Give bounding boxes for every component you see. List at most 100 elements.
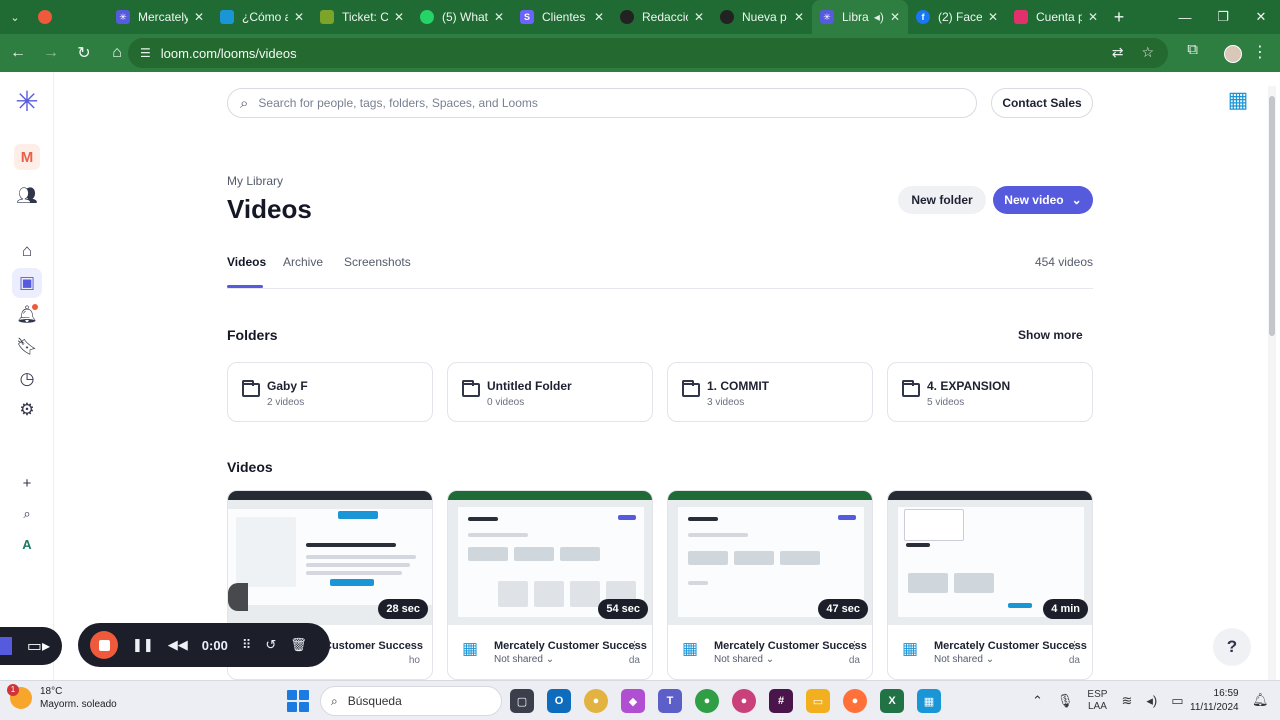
workspace-avatar[interactable]: M [12,142,42,172]
volume-icon[interactable]: ◂) [1146,693,1157,709]
tab-2[interactable]: ¿Cómo a ✕ [212,0,312,34]
share-status[interactable]: Not shared ⌄ [714,654,774,665]
minimize-icon[interactable]: — [1166,0,1204,34]
notification-center-icon[interactable]: 🔔︎ [1252,692,1269,708]
close-icon[interactable]: ✕ [694,10,704,24]
camera-toggle[interactable]: ▭▸ [0,627,62,665]
close-icon[interactable]: ✕ [194,10,204,24]
new-tab-button[interactable]: + [1106,7,1132,28]
tab-archive[interactable]: Archive [283,255,323,269]
video-card[interactable]: 4 min ▦ Mercately Customer Success ⋮ Not… [887,490,1093,680]
tab-9[interactable]: f (2) Faceb ✕ [908,0,1006,34]
back-icon[interactable]: ← [3,38,33,68]
tab-4[interactable]: (5) What ✕ [412,0,512,34]
video-card[interactable]: 54 sec ▦ Mercately Customer Success ⋮ No… [447,490,653,680]
search-rail-icon[interactable]: ⌕ [12,499,42,529]
share-status[interactable]: Not shared ⌄ [494,654,554,665]
delete-icon[interactable]: 🗑︎ [290,637,307,653]
people-icon[interactable]: 👥︎ [12,181,42,211]
bookmark-nav-icon[interactable]: 🔖︎ [12,332,42,362]
close-icon[interactable]: ✕ [494,10,504,24]
battery-icon[interactable]: ▭ [1171,693,1183,709]
share-status[interactable]: Not shared ⌄ [934,654,994,665]
close-icon[interactable]: ✕ [988,10,998,24]
tab-5[interactable]: S Clientes ✕ [512,0,612,34]
copilot-icon[interactable]: ◆ [621,689,645,713]
mercately-app-icon[interactable]: ▦ [917,689,941,713]
forward-icon[interactable]: → [36,38,66,68]
breadcrumb[interactable]: My Library [227,174,283,188]
tab-1[interactable]: ✳ Mercately ✕ [108,0,212,34]
tab-active[interactable]: ✳ Libra ◂) ✕ [812,0,908,34]
task-view-icon[interactable]: ▢ [510,689,534,713]
tab-6[interactable]: Redacció ✕ [612,0,712,34]
rewind-icon[interactable]: ◀◀ [168,637,188,653]
chrome-profile-2-icon[interactable]: ● [732,689,756,713]
help-button[interactable]: ? [1213,628,1251,666]
scrollbar-thumb[interactable] [1269,96,1275,336]
folder-card[interactable]: 4. EXPANSION 5 videos [887,362,1093,422]
video-thumbnail[interactable]: 4 min [888,491,1092,625]
history-icon[interactable]: ◷ [12,364,42,394]
speaker-icon[interactable]: ◂) [874,10,884,24]
tab-search-icon[interactable]: ⌄ [0,0,30,34]
new-video-button[interactable]: New video ⌄ [993,186,1093,214]
taskbar-clock[interactable]: 16:59 11/11/2024 [1190,687,1239,715]
tab-videos[interactable]: Videos [227,255,266,269]
close-icon[interactable]: ✕ [294,10,304,24]
reload-icon[interactable]: ↻ [69,38,99,68]
search-input[interactable] [258,96,919,110]
tab-screenshots[interactable]: Screenshots [344,255,411,269]
firefox-icon[interactable]: ● [843,689,867,713]
search-bar[interactable]: ⌕ [227,88,977,118]
video-thumbnail[interactable]: 54 sec [448,491,652,625]
windows-start-icon[interactable] [287,690,309,712]
library-nav-icon[interactable]: ▣ [12,268,42,298]
tab-3[interactable]: Ticket: C ✕ [312,0,412,34]
contact-sales-button[interactable]: Contact Sales [991,88,1093,118]
bookmark-star-icon[interactable]: ☆ [1141,44,1154,61]
new-folder-button[interactable]: New folder [898,186,986,214]
close-icon[interactable]: ✕ [794,10,804,24]
chevron-up-icon[interactable]: ⌃ [1032,693,1043,709]
close-window-icon[interactable]: ✕ [1242,0,1280,34]
teams-icon[interactable]: T [658,689,682,713]
url-text[interactable]: loom.com/looms/videos [161,46,297,61]
folder-card[interactable]: Untitled Folder 0 videos [447,362,653,422]
profile-avatar[interactable] [1224,45,1242,63]
wifi-icon[interactable]: ≋ [1121,693,1132,709]
tab-7[interactable]: Nueva p ✕ [712,0,812,34]
chrome-icon[interactable]: ● [584,689,608,713]
more-options-icon[interactable]: ⋮ [1069,639,1080,652]
close-icon[interactable]: ✕ [1088,10,1098,24]
maximize-icon[interactable]: ❐ [1204,0,1242,34]
show-more-button[interactable]: Show more [1018,328,1083,342]
excel-icon[interactable]: X [880,689,904,713]
taskbar-search[interactable]: ⌕ Búsqueda [320,686,502,716]
site-info-icon[interactable]: ☰ [140,46,151,60]
chrome-profile-icon[interactable]: ● [695,689,719,713]
more-options-icon[interactable]: ⋮ [849,639,860,652]
restart-icon[interactable]: ↺ [265,637,276,653]
a-avatar-icon[interactable]: A [12,529,42,559]
video-card[interactable]: 47 sec ▦ Mercately Customer Success ⋮ No… [667,490,873,680]
translate-icon[interactable]: ⇄ [1112,44,1124,61]
close-icon[interactable]: ✕ [394,10,404,24]
stop-recording-button[interactable] [90,631,118,659]
tab-0[interactable] [30,0,108,34]
weather-widget[interactable]: 1 18°C Mayorm. soleado [7,684,117,711]
loom-logo-icon[interactable]: ✳ [12,86,42,117]
settings-gear-icon[interactable]: ⚙ [12,395,42,425]
grid-icon[interactable]: ⠿ [242,637,252,653]
extensions-icon[interactable]: ⧉ [1187,41,1198,58]
microphone-icon[interactable]: 🎙︎ [1057,693,1074,709]
tab-10[interactable]: Cuenta p ✕ [1006,0,1106,34]
video-thumbnail[interactable]: 47 sec [668,491,872,625]
notifications-icon[interactable]: 🔔︎ [12,300,42,330]
loom-chat-icon[interactable]: ▦ [1224,86,1252,114]
video-thumbnail[interactable]: 28 sec [228,491,432,625]
outlook-icon[interactable]: O [547,689,571,713]
omnibox[interactable]: ☰ loom.com/looms/videos ⇄ ☆ [128,38,1168,68]
pause-icon[interactable]: ❚❚ [132,637,154,653]
add-icon[interactable]: + [12,468,42,498]
